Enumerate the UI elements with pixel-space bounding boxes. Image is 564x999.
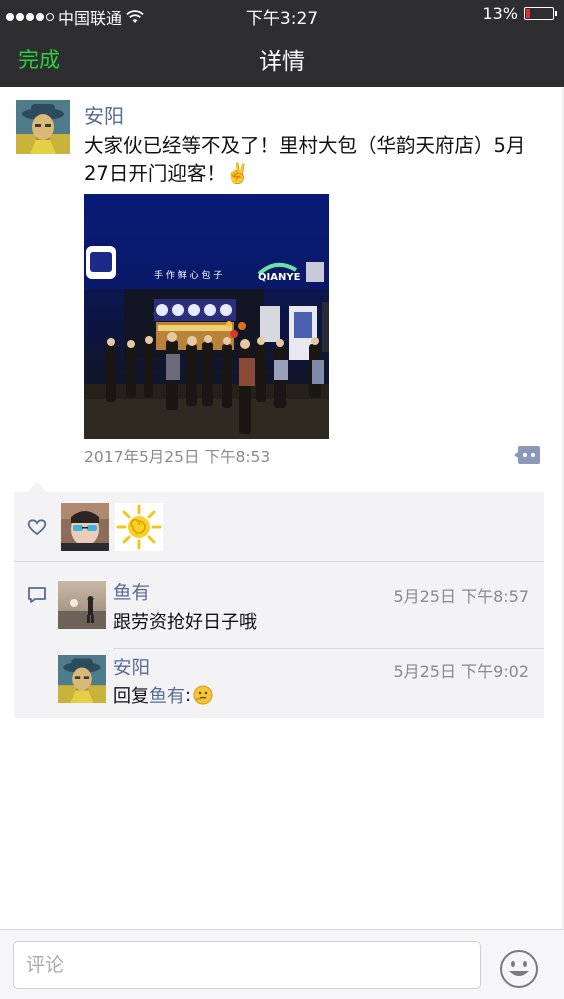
status-bar: 中国联通 下午3:27 13% [0, 0, 564, 29]
commenter-avatar[interactable] [58, 581, 106, 629]
reply-text[interactable]: 回复 鱼有: [113, 682, 213, 708]
battery-percent: 13% [482, 4, 518, 23]
comment-bar [0, 929, 564, 999]
svg-text:手 作 鲜 心 包 子: 手 作 鲜 心 包 子 [154, 269, 222, 281]
divider [113, 648, 544, 649]
post-timestamp: 2017年5月25日 下午8:53 [84, 448, 271, 466]
commenter-avatar[interactable] [58, 655, 106, 703]
panel-pointer [28, 482, 46, 492]
portrait-avatar-icon [58, 655, 106, 703]
reply-colon: : [185, 684, 192, 706]
comment-text[interactable]: 跟劳资抢好日子哦 [113, 608, 257, 634]
beach-avatar-icon [58, 581, 106, 629]
post-text: 大家伙已经等不及了！里村大包（华韵天府店）5月27日开门迎客！✌️ [84, 134, 526, 185]
comment-action-button[interactable] [514, 445, 541, 465]
battery-icon [524, 7, 557, 20]
reply-prefix: 回复 [113, 686, 149, 707]
comment-time: 5月25日 下午8:57 [393, 587, 529, 606]
status-right: 13% [482, 4, 557, 23]
liker-avatar[interactable] [61, 503, 109, 551]
comment-input[interactable] [13, 941, 481, 989]
navigation-bar: 完成 详情 [0, 28, 564, 87]
svg-text:QIANYE: QIANYE [258, 272, 301, 283]
smiley-face-icon [500, 950, 538, 988]
heart-icon [27, 518, 47, 536]
comment-icon [27, 586, 47, 604]
author-avatar[interactable] [16, 100, 70, 154]
comment-bubble-icon [514, 446, 540, 464]
comment-time: 5月25日 下午9:02 [393, 662, 529, 681]
commenter-name[interactable]: 安阳 [113, 654, 150, 680]
post-photo[interactable]: 手 作 鲜 心 包 子 QIANYE [84, 194, 329, 439]
thinking-emoji-icon [193, 685, 213, 705]
sunglasses-avatar-icon [61, 503, 109, 551]
storefront-night-photo: 手 作 鲜 心 包 子 QIANYE [84, 194, 329, 439]
commenter-name[interactable]: 鱼有 [113, 579, 150, 605]
status-time: 下午3:27 [245, 9, 319, 29]
divider [14, 561, 544, 562]
portrait-avatar-icon [16, 100, 70, 154]
page-title: 详情 [259, 49, 305, 75]
sun-avatar-icon [115, 503, 163, 551]
reply-target-name[interactable]: 鱼有 [149, 682, 185, 708]
interactions-panel: 鱼有 5月25日 下午8:57 跟劳资抢好日子哦 安阳 5月25日 下午9:02… [14, 492, 544, 718]
liker-avatar[interactable] [115, 503, 163, 551]
author-name[interactable]: 安阳 [84, 100, 124, 129]
emoji-button[interactable] [499, 949, 539, 989]
